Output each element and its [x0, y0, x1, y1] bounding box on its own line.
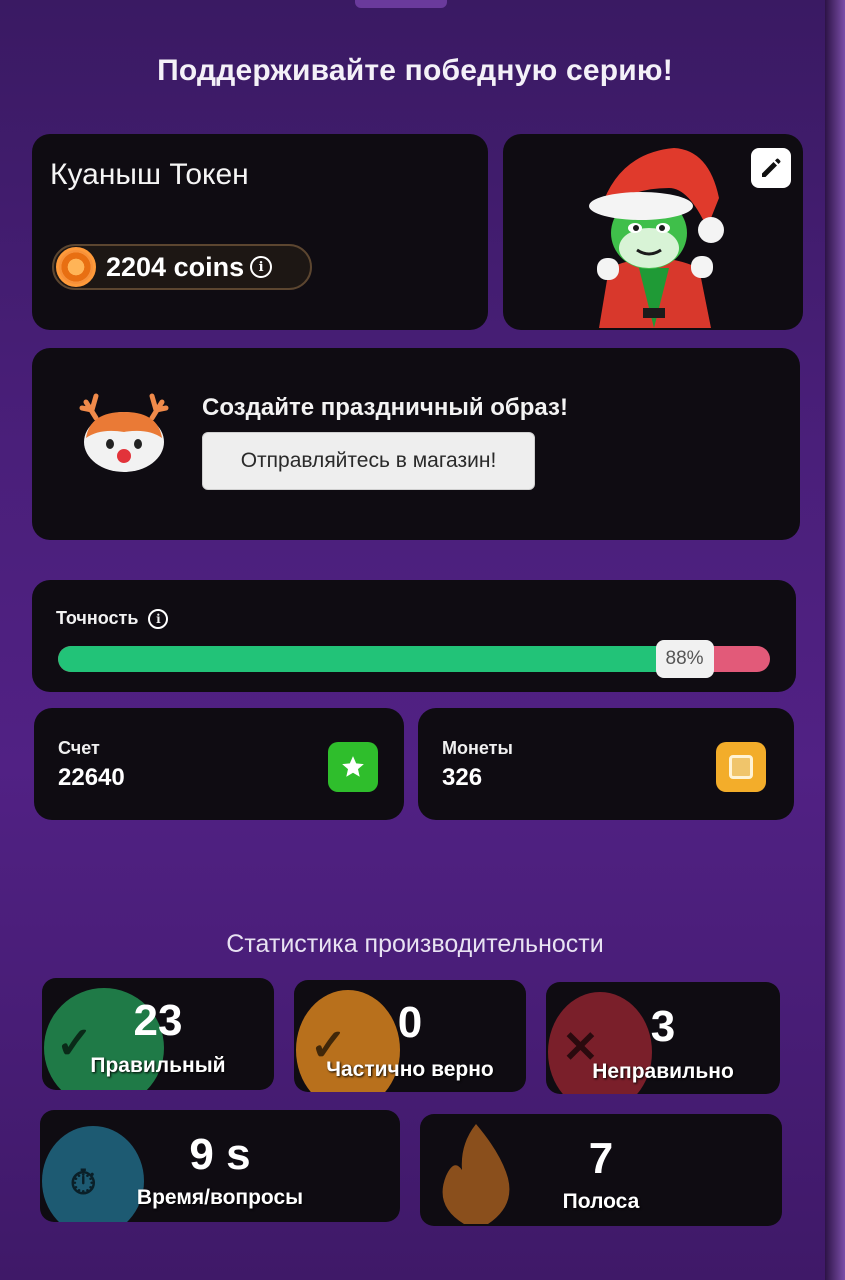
top-handle — [355, 0, 447, 8]
stat-label: Частично верно — [326, 1058, 494, 1081]
edit-avatar-button[interactable] — [751, 148, 791, 188]
score-label: Счет — [58, 738, 100, 758]
stat-value: 3 — [650, 1002, 676, 1051]
pencil-icon — [762, 158, 781, 177]
stat-label: Время/вопросы — [136, 1186, 304, 1209]
stat-value: 23 — [133, 996, 183, 1045]
info-icon[interactable]: i — [250, 256, 273, 278]
accuracy-bar-fill — [58, 646, 685, 672]
accuracy-card: Точность i 88% — [32, 580, 796, 692]
stat-partial: ✓ 0 Частично верно — [294, 980, 526, 1092]
stat-time-per-question: ⏱ 9 s Время/вопросы — [40, 1110, 400, 1222]
avatar-card — [503, 134, 803, 330]
window-edge — [825, 0, 845, 1280]
stat-label: Полоса — [562, 1190, 640, 1213]
accuracy-label-row: Точность i — [56, 608, 169, 629]
go-to-shop-button[interactable]: Отправляйтесь в магазин! — [202, 432, 535, 490]
stat-label: Неправильно — [592, 1060, 734, 1083]
stat-value: 0 — [397, 998, 423, 1047]
coin-square-icon — [716, 742, 766, 792]
stat-correct: ✓ 23 Правильный — [42, 978, 274, 1090]
coin-icon — [56, 247, 96, 287]
stat-incorrect: ✕ 3 Неправильно — [546, 982, 780, 1094]
stat-value: 9 s — [189, 1130, 251, 1179]
page-headline: Поддерживайте победную серию! — [157, 54, 673, 87]
coins-value: 326 — [442, 764, 483, 791]
promo-card: Создайте праздничный образ! Отправляйтес… — [32, 348, 800, 540]
score-value: 22640 — [58, 764, 125, 791]
score-card: Счет 22640 — [34, 708, 404, 820]
profile-name: Куаныш Токен — [50, 158, 249, 191]
promo-title: Создайте праздничный образ! — [202, 394, 568, 421]
coins-pill[interactable]: 2204 coins i — [52, 244, 312, 290]
coins-card: Монеты 326 — [418, 708, 794, 820]
profile-card: Куаныш Токен 2204 coins i — [32, 134, 488, 330]
star-icon — [328, 742, 378, 792]
stat-streak: 7 Полоса — [420, 1114, 782, 1226]
info-icon[interactable]: i — [148, 608, 169, 629]
coins-balance: 2204 coins — [106, 251, 245, 282]
accuracy-percent-badge: 88% — [655, 640, 714, 678]
avatar-image — [589, 148, 724, 328]
performance-title: Статистика производительности — [226, 930, 604, 958]
reindeer-icon — [79, 393, 169, 472]
coins-label: Монеты — [442, 738, 513, 758]
stat-label: Правильный — [90, 1054, 226, 1077]
stat-value: 7 — [588, 1134, 614, 1183]
accuracy-label: Точность — [56, 608, 139, 628]
